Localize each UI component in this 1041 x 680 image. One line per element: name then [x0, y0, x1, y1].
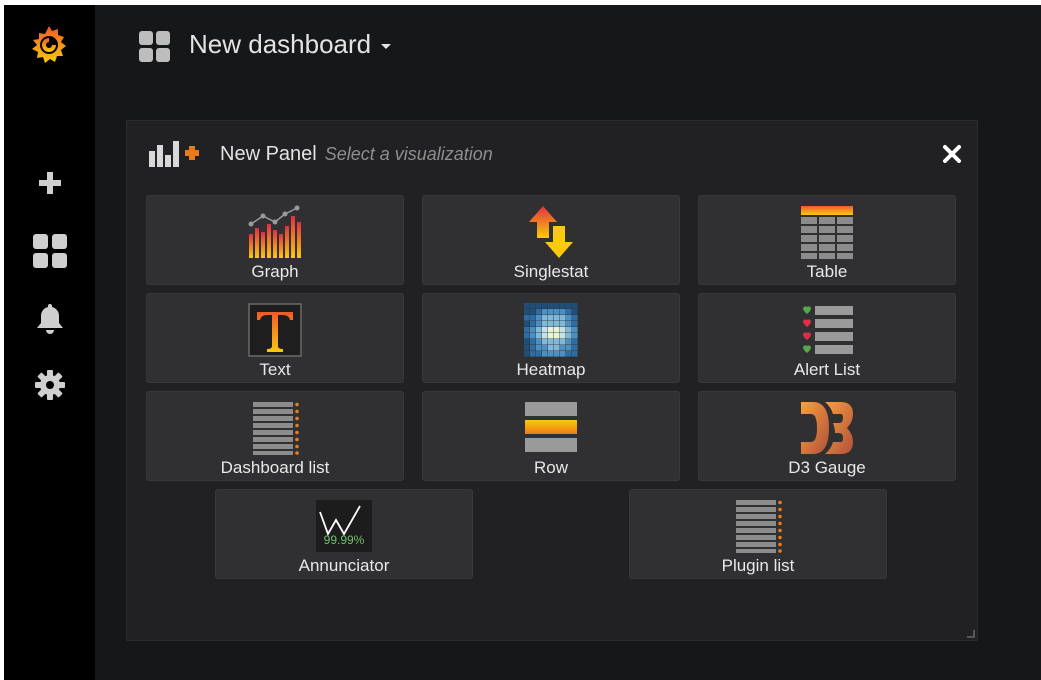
viz-card-alert-list[interactable]: Alert List	[698, 293, 956, 383]
dashboard-title: New dashboard	[189, 29, 372, 59]
viz-label: Dashboard list	[220, 458, 330, 477]
plugin-list-icon	[730, 498, 786, 554]
viz-label: Singlestat	[513, 262, 589, 281]
dashboards-grid-icon[interactable]	[32, 233, 68, 269]
text-icon	[247, 302, 303, 358]
caret-down-icon	[381, 43, 392, 49]
app-frame: New dashboard New Panel Select a visualiz…	[4, 5, 1041, 680]
viz-label: D3 Gauge	[788, 458, 866, 477]
viz-card-dashboard-list[interactable]: Dashboard list	[146, 391, 404, 481]
viz-card-singlestat[interactable]: Singlestat	[422, 195, 680, 285]
viz-label: Graph	[251, 262, 299, 281]
grafana-logo-icon[interactable]	[28, 23, 70, 67]
new-panel: New Panel Select a visualization Graph S…	[126, 120, 978, 641]
viz-label: Heatmap	[516, 360, 586, 379]
row-icon	[523, 400, 579, 456]
viz-card-heatmap[interactable]: Heatmap	[422, 293, 680, 383]
add-panel-icon	[147, 139, 201, 169]
viz-card-row[interactable]: Row	[422, 391, 680, 481]
singlestat-icon	[523, 204, 579, 260]
graph-icon	[247, 204, 303, 260]
panel-header: New Panel Select a visualization	[220, 143, 493, 166]
viz-card-annunciator[interactable]: 99.99% Annunciator	[215, 489, 473, 579]
table-icon	[799, 204, 855, 260]
viz-card-text[interactable]: Text	[146, 293, 404, 383]
configuration-gear-icon[interactable]	[32, 367, 68, 403]
viz-label: Alert List	[793, 360, 861, 379]
main-area: New dashboard New Panel Select a visualiz…	[95, 5, 1041, 680]
dashboard-grid-icon[interactable]	[139, 31, 171, 63]
viz-card-graph[interactable]: Graph	[146, 195, 404, 285]
dashboard-list-icon	[247, 400, 303, 456]
annunciator-icon: 99.99%	[316, 498, 372, 554]
viz-card-d3-gauge[interactable]: D3 Gauge	[698, 391, 956, 481]
viz-label: Text	[259, 360, 291, 379]
panel-resize-handle[interactable]	[967, 630, 975, 638]
alerting-bell-icon[interactable]	[32, 300, 68, 336]
d3-gauge-icon	[799, 400, 855, 456]
viz-label: Plugin list	[721, 556, 795, 575]
dashboard-title-dropdown[interactable]: New dashboard	[189, 29, 392, 60]
annunciator-value: 99.99%	[324, 533, 365, 547]
heatmap-icon	[523, 302, 579, 358]
viz-label: Annunciator	[298, 556, 390, 575]
navbar: New dashboard	[95, 5, 1041, 87]
viz-label: Table	[806, 262, 848, 281]
alert-list-icon	[799, 302, 855, 358]
close-icon[interactable]	[941, 143, 963, 165]
viz-label: Row	[533, 458, 568, 477]
panel-subtitle: Select a visualization	[324, 144, 493, 164]
viz-card-plugin-list[interactable]: Plugin list	[629, 489, 887, 579]
viz-card-table[interactable]: Table	[698, 195, 956, 285]
create-plus-icon[interactable]	[32, 165, 68, 201]
panel-title: New Panel	[220, 143, 317, 165]
side-menu	[4, 5, 95, 680]
